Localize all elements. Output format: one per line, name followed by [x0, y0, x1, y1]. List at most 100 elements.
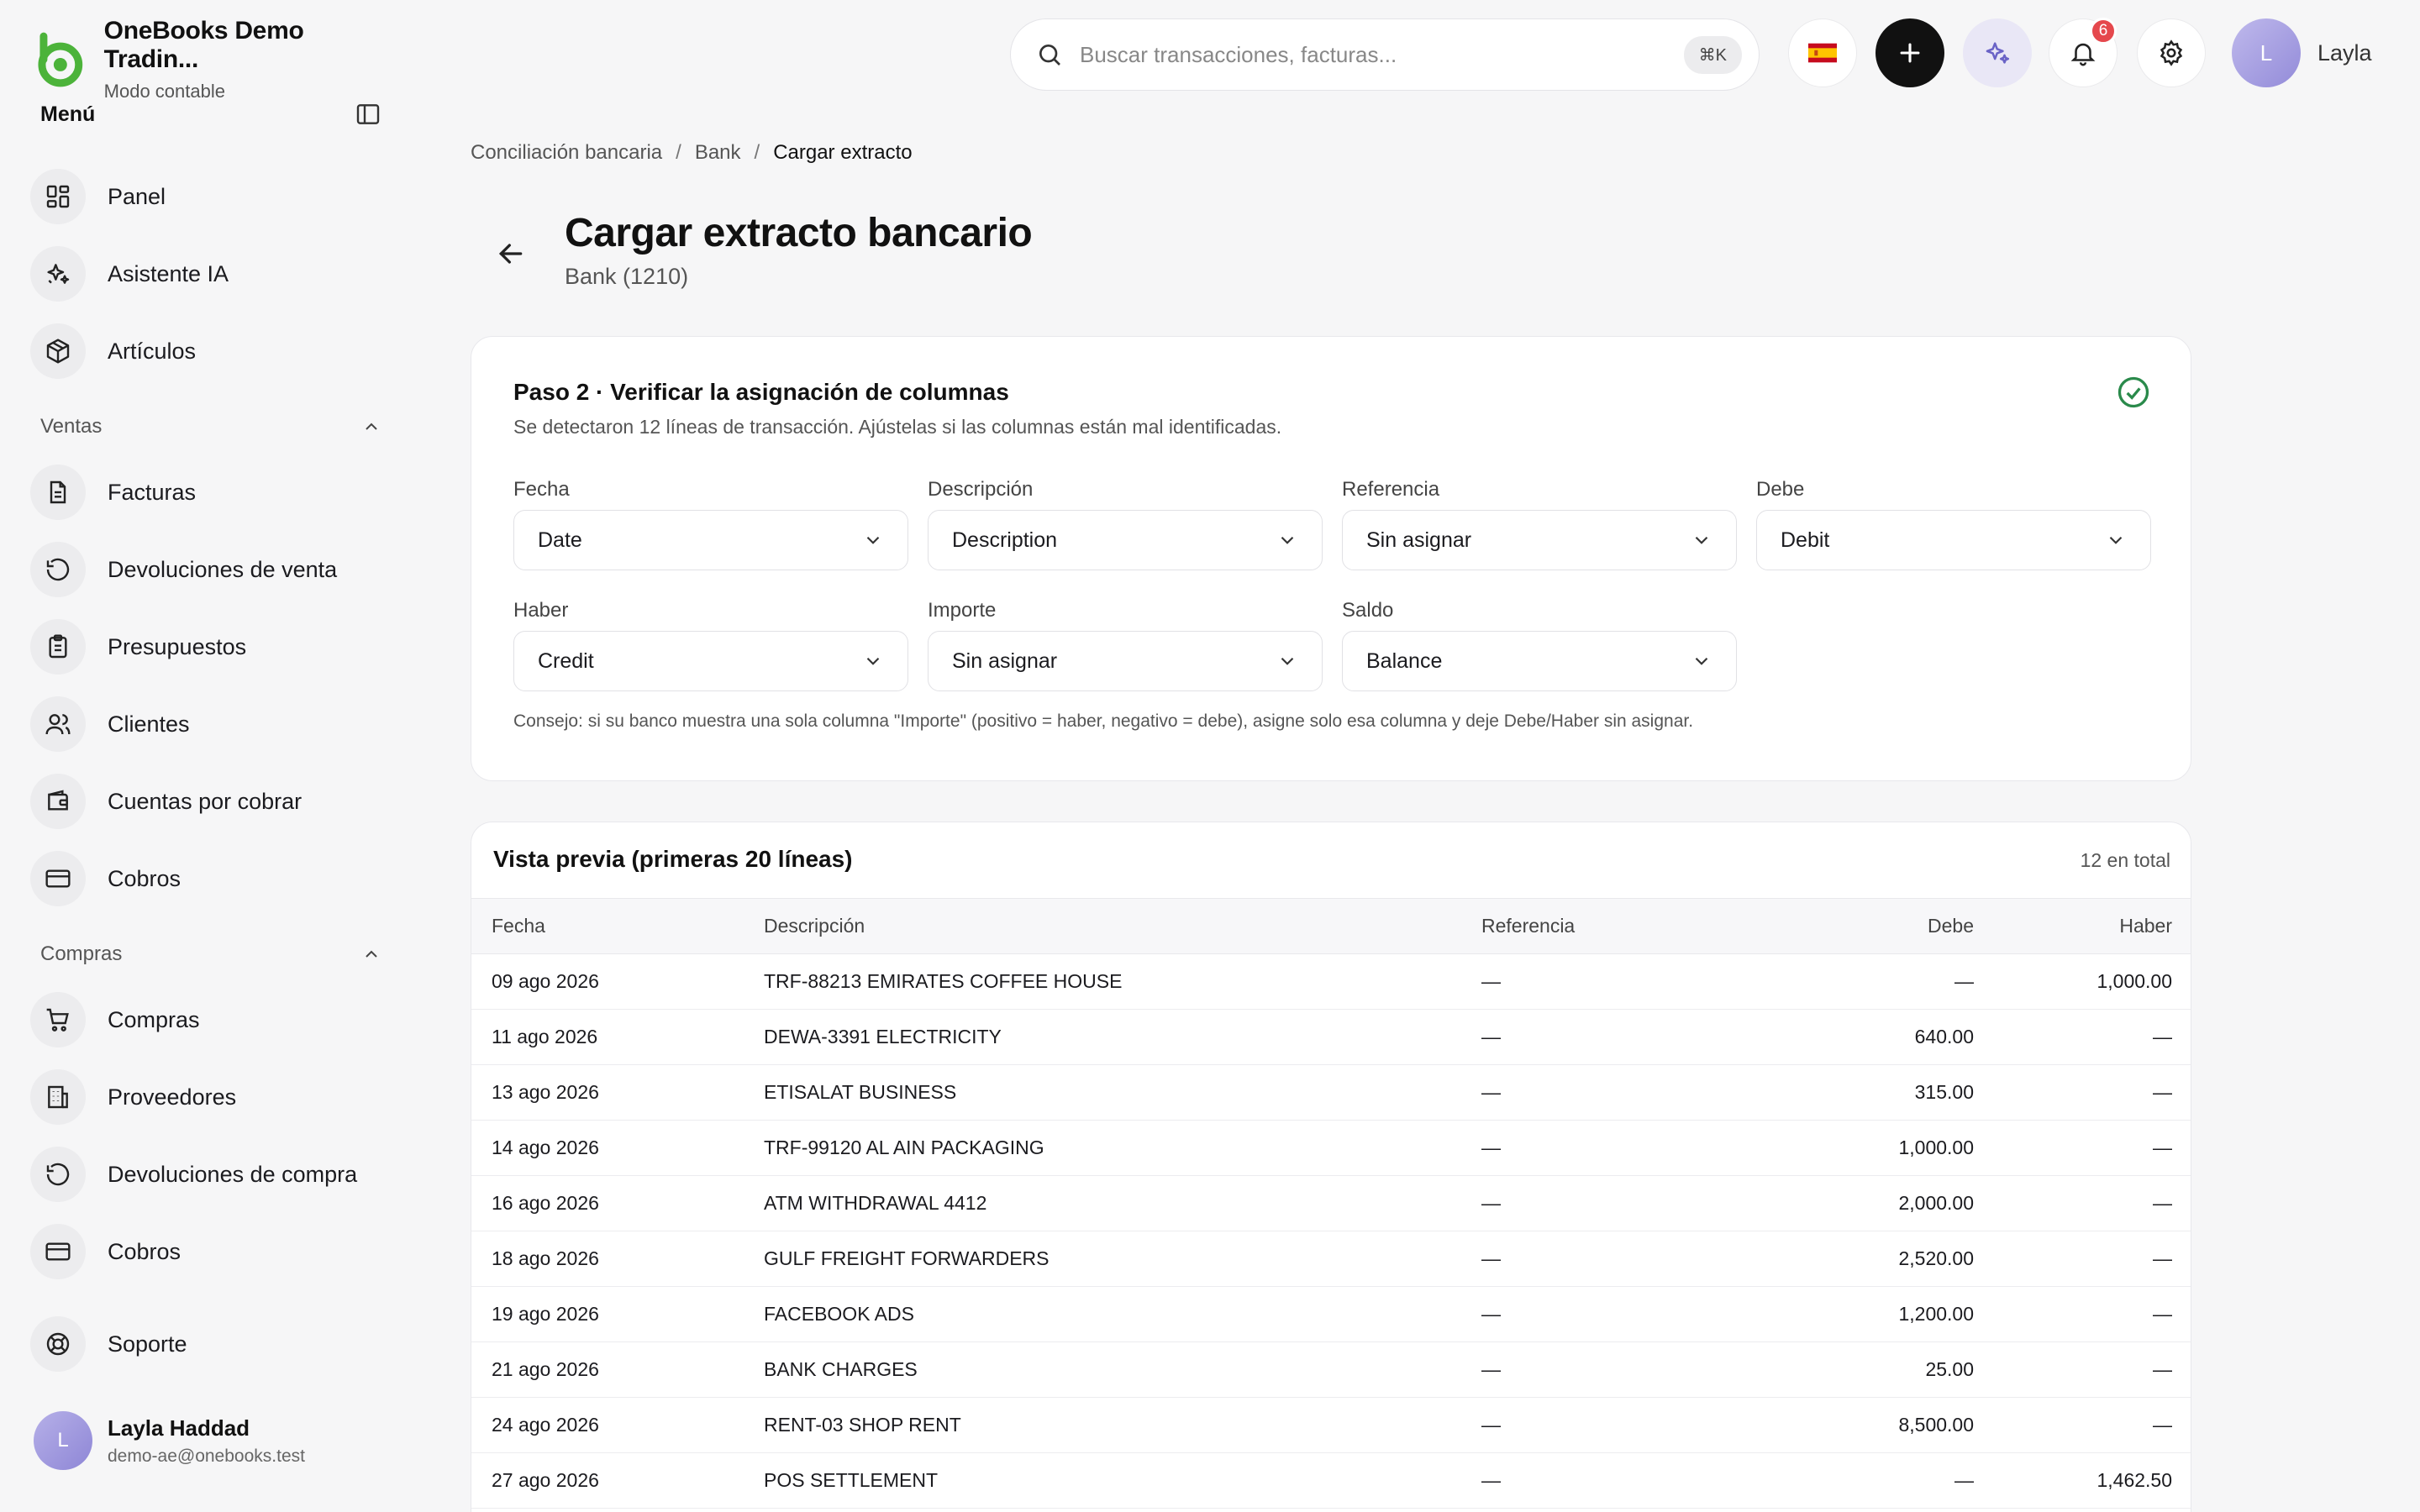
cell-reference: — — [1481, 1341, 1742, 1398]
table-row: 16 ago 2026 ATM WITHDRAWAL 4412—2,000.00— — [471, 1175, 2191, 1231]
cell-debit: — — [1742, 1452, 1974, 1509]
table-row: 27 ago 2026 POS SETTLEMENT — —1,462.50 — [471, 1452, 2191, 1509]
search-input[interactable] — [1080, 41, 1684, 68]
chevron-down-icon — [1281, 657, 1294, 665]
sidebar-item-payments[interactable]: Cobros — [30, 1221, 383, 1282]
cell-date: 19 ago 2026 — [471, 1286, 764, 1342]
column-mapping-card: Paso 2 · Verificar la asignación de colu… — [471, 336, 2191, 781]
sidebar-item-purchases[interactable]: Compras — [30, 990, 383, 1050]
cell-date: 09 ago 2026 — [471, 953, 764, 1010]
sidebar-item-label: Cuentas por cobrar — [108, 788, 302, 814]
section-ventas[interactable]: Ventas — [40, 415, 381, 438]
cart-icon — [46, 1008, 69, 1032]
sidebar-user-card[interactable]: L Layla Haddad demo-ae@onebooks.test — [34, 1411, 305, 1470]
search-bar[interactable]: ⌘K — [1010, 18, 1760, 91]
table-row: 18 ago 2026 GULF FREIGHT FORWARDERS —2,520… — [471, 1231, 2191, 1287]
select-value: Description — [952, 528, 1058, 552]
rotate-ccw-icon — [46, 558, 70, 581]
cell-debit: 2,000.00 — [1742, 1175, 1974, 1231]
reference-column-select[interactable]: Sin asignar — [1342, 510, 1737, 570]
sidebar-item-support[interactable]: Soporte — [30, 1314, 383, 1374]
cell-date: 18 ago 2026 — [471, 1231, 764, 1287]
sidebar: OneBooks Demo Tradin... Modo contable Me… — [0, 0, 403, 1512]
table-row: 09 ago 2026 TRF-88213 EMIRATES COFFEE HOU… — [471, 953, 2191, 1010]
amount-column-select[interactable]: Sin asignar — [928, 631, 1323, 691]
grid-icon — [46, 185, 70, 208]
avatar: L — [34, 1411, 92, 1470]
language-button[interactable] — [1788, 18, 1857, 87]
cell-date: 14 ago 2026 — [471, 1120, 764, 1176]
debit-column-select[interactable]: Debit — [1756, 510, 2151, 570]
sidebar-item-label: Cobros — [108, 1238, 182, 1264]
sidebar-item-articles[interactable]: Artículos — [30, 321, 383, 381]
sidebar-item-receivables[interactable]: Cuentas por cobrar — [30, 771, 383, 832]
field-label: Referencia — [1342, 478, 1440, 501]
cell-credit: — — [1974, 1009, 2191, 1065]
sidebar-item-label: Proveedores — [108, 1084, 237, 1110]
sidebar-item-panel[interactable]: Panel — [30, 166, 383, 227]
breadcrumb-current: Cargar extracto — [773, 141, 913, 164]
section-compras[interactable]: Compras — [40, 942, 381, 966]
brand[interactable]: OneBooks Demo Tradin... Modo contable — [32, 17, 403, 102]
column-header-reference: Referencia — [1481, 898, 1742, 954]
sidebar-item-suppliers[interactable]: Proveedores — [30, 1067, 383, 1127]
notifications-button[interactable]: 6 — [2049, 18, 2118, 87]
sidebar-item-customers[interactable]: Clientes — [30, 694, 383, 754]
rotate-ccw-icon — [46, 1163, 70, 1186]
cell-date: 24 ago 2026 — [471, 1397, 764, 1453]
back-arrow-icon[interactable] — [494, 237, 528, 270]
cell-reference: — — [1481, 1231, 1742, 1287]
sidebar-item-invoices[interactable]: Facturas — [30, 462, 383, 522]
breadcrumb-separator: / — [676, 141, 681, 164]
table-row: 19 ago 2026 FACEBOOK ADS —1,200.00— — [471, 1286, 2191, 1342]
chevron-down-icon — [1281, 536, 1294, 544]
cell-description: POS SETTLEMENT — [764, 1452, 1481, 1509]
cell-debit: 1,200.00 — [1742, 1286, 1974, 1342]
select-value: Sin asignar — [1366, 528, 1472, 552]
sidebar-item-ai-assistant[interactable]: Asistente IA — [30, 244, 383, 304]
sidebar-item-label: Panel — [108, 183, 166, 209]
credit-column-select[interactable]: Credit — [513, 631, 908, 691]
preview-title: Vista previa (primeras 20 líneas) — [493, 846, 853, 872]
description-column-select[interactable]: Description — [928, 510, 1323, 570]
sidebar-item-quotes[interactable]: Presupuestos — [30, 617, 383, 677]
column-header-date: Fecha — [471, 898, 764, 954]
ai-assistant-button[interactable] — [1963, 18, 2032, 87]
page-title: Cargar extracto bancario — [565, 211, 1033, 255]
sidebar-item-label: Cobros — [108, 865, 182, 891]
settings-button[interactable] — [2137, 18, 2206, 87]
cell-debit: — — [1742, 953, 1974, 1010]
breadcrumb-separator: / — [754, 141, 760, 164]
date-column-select[interactable]: Date — [513, 510, 908, 570]
menu-title: Menú — [40, 102, 96, 126]
sidebar-item-label: Asistente IA — [108, 260, 229, 286]
breadcrumb-link[interactable]: Bank — [695, 141, 741, 165]
cell-reference: — — [1481, 1120, 1742, 1176]
chevron-down-icon — [1695, 657, 1708, 665]
user-name: Layla Haddad — [108, 1415, 250, 1441]
cell-debit: 315.00 — [1742, 1064, 1974, 1121]
column-header-description: Descripción — [764, 898, 1481, 954]
sidebar-item-label: Facturas — [108, 479, 197, 505]
sidebar-item-collections[interactable]: Cobros — [30, 848, 383, 909]
breadcrumb-link[interactable]: Conciliación bancaria — [471, 141, 662, 165]
sidebar-item-purchase-returns[interactable]: Devoluciones de compra — [30, 1144, 383, 1205]
table-row: 24 ago 2026 RENT-03 SHOP RENT —8,500.00— — [471, 1397, 2191, 1453]
table-row: 13 ago 2026 ETISALAT BUSINESS —315.00— — [471, 1064, 2191, 1121]
balance-column-select[interactable]: Balance — [1342, 631, 1737, 691]
cell-credit: 1,000.00 — [1974, 953, 2191, 1010]
select-value: Debit — [1781, 528, 1830, 552]
chevron-up-icon — [366, 423, 377, 430]
preview-count: 12 en total — [2080, 849, 2170, 871]
cell-description: RENT-03 SHOP RENT — [764, 1397, 1481, 1453]
user-menu[interactable]: L Layla — [2232, 18, 2372, 87]
cell-description: ETISALAT BUSINESS — [764, 1064, 1481, 1121]
cell-description: TRF-99120 AL AIN PACKAGING — [764, 1120, 1481, 1176]
cell-date: 16 ago 2026 — [471, 1175, 764, 1231]
chevron-up-icon — [366, 950, 377, 958]
cell-description: ATM WITHDRAWAL 4412 — [764, 1175, 1481, 1231]
sidebar-item-sales-returns[interactable]: Devoluciones de venta — [30, 539, 383, 600]
add-button[interactable] — [1876, 18, 1944, 87]
sidebar-toggle-icon[interactable] — [355, 101, 381, 128]
cell-debit: 8,500.00 — [1742, 1397, 1974, 1453]
